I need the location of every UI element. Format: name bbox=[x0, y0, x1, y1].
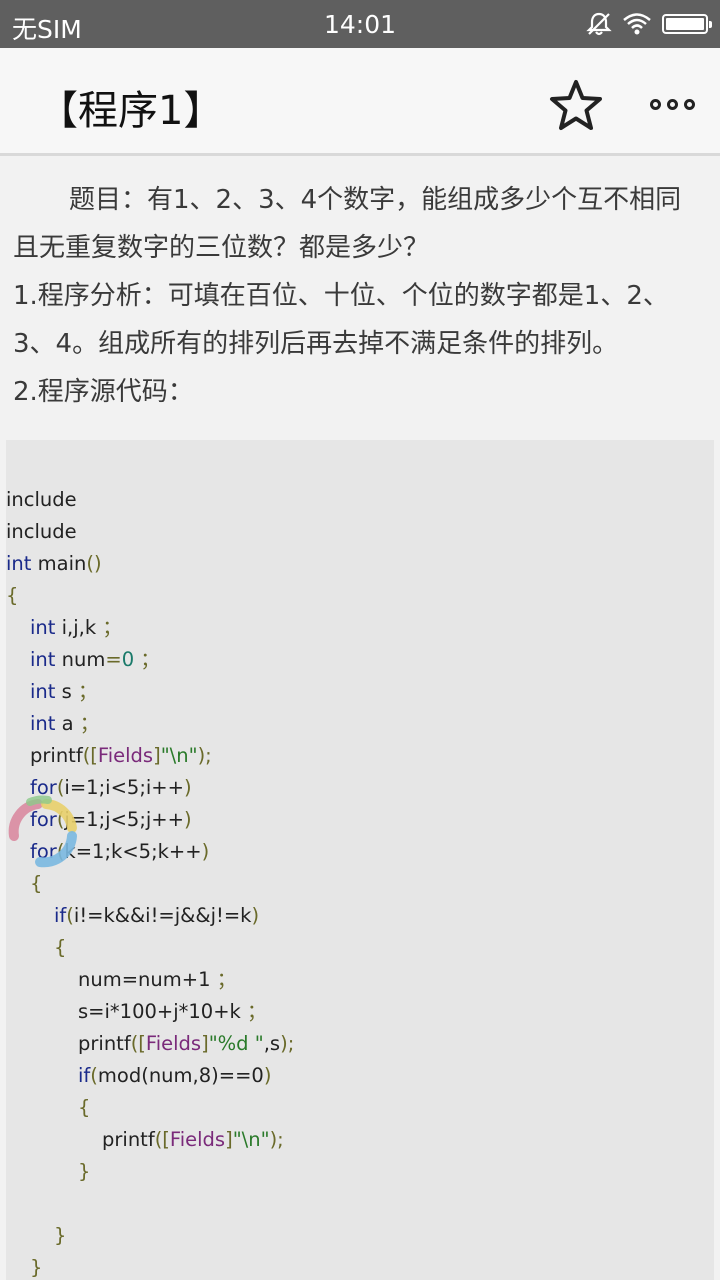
code-line: int main() bbox=[6, 552, 102, 575]
favorite-button[interactable] bbox=[544, 74, 608, 138]
problem-description: 题目：有1、2、3、4个数字，能组成多少个互不相同且无重复数字的三位数？都是多少… bbox=[13, 176, 707, 416]
code-line: include bbox=[6, 520, 77, 543]
code-line: printf([Fields]"%d ",s); bbox=[78, 1032, 295, 1055]
dot-icon bbox=[683, 98, 695, 110]
code-line: { bbox=[78, 1096, 91, 1119]
code-block: include include int main() { int i,j,k ；… bbox=[6, 440, 714, 1280]
wifi-icon bbox=[623, 13, 651, 35]
code-line: } bbox=[78, 1160, 91, 1183]
article-content: 题目：有1、2、3、4个数字，能组成多少个互不相同且无重复数字的三位数？都是多少… bbox=[0, 156, 720, 1280]
more-options-button[interactable] bbox=[640, 78, 704, 130]
star-outline-icon bbox=[550, 80, 602, 130]
code-line: printf([Fields]"\n"); bbox=[30, 744, 212, 767]
mute-bell-icon bbox=[586, 12, 612, 36]
dot-icon bbox=[649, 98, 661, 110]
code-line: { bbox=[54, 936, 67, 959]
code-line: if(i!=k&&i!=j&&j!=k) bbox=[54, 904, 260, 927]
analysis-text: 1.程序分析：可填在百位、十位、个位的数字都是1、2、3、4。组成所有的排列后再… bbox=[13, 281, 669, 359]
app-bar: 【程序1】 bbox=[0, 48, 720, 156]
source-heading: 2.程序源代码： bbox=[13, 377, 194, 407]
code-line: printf([Fields]"\n"); bbox=[102, 1128, 284, 1151]
code-line: int a ； bbox=[30, 712, 100, 735]
code-line: include bbox=[6, 488, 77, 511]
code-line: int s ； bbox=[30, 680, 98, 703]
code-line: num=num+1 ； bbox=[78, 968, 237, 991]
code-line: s=i*100+j*10+k ； bbox=[78, 1000, 267, 1023]
code-line: int i,j,k ； bbox=[30, 616, 122, 639]
question-text: 题目：有1、2、3、4个数字，能组成多少个互不相同且无重复数字的三位数？都是多少… bbox=[13, 185, 682, 263]
code-line: } bbox=[54, 1224, 67, 1247]
status-bar: 无SIM 14:01 bbox=[0, 0, 720, 48]
code-line: int num=0 ； bbox=[30, 648, 160, 671]
code-line: if(mod(num,8)==0) bbox=[78, 1064, 272, 1087]
loading-spinner-icon bbox=[8, 795, 77, 868]
dot-icon bbox=[666, 98, 678, 110]
code-line: { bbox=[6, 584, 19, 607]
status-icons bbox=[586, 10, 712, 38]
battery-icon bbox=[662, 14, 712, 34]
code-line: } bbox=[30, 1256, 43, 1279]
page-title: 【程序1】 bbox=[38, 88, 224, 134]
